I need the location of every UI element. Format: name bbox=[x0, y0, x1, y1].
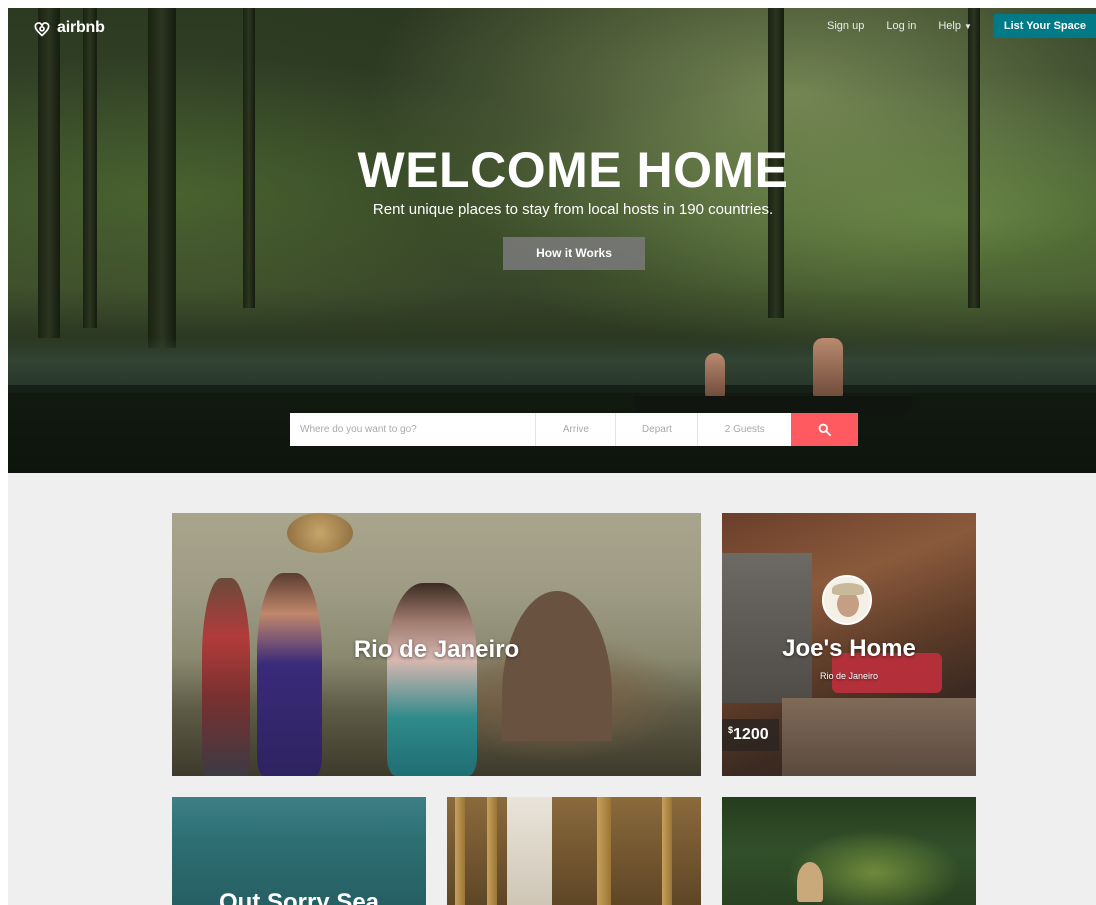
price-badge: $1200 bbox=[722, 719, 779, 751]
hero-title: WELCOME HOME bbox=[357, 142, 789, 198]
listing-card-joes-home[interactable]: Joe's Home Rio de Janeiro $1200 bbox=[722, 513, 976, 776]
how-it-works-button[interactable]: How it Works bbox=[503, 237, 645, 270]
destination-input[interactable] bbox=[290, 413, 536, 446]
login-link[interactable]: Log in bbox=[886, 20, 916, 32]
help-label: Help bbox=[938, 20, 961, 32]
destination-card-sea[interactable]: Out Sorry Sea bbox=[172, 797, 426, 905]
destination-card-rio[interactable]: Rio de Janeiro bbox=[172, 513, 701, 776]
caret-down-icon: ▼ bbox=[963, 21, 972, 31]
hero-subtitle: Rent unique places to stay from local ho… bbox=[372, 201, 774, 218]
hero: airbnb Sign up Log in Help ▼ List Your S… bbox=[8, 8, 1096, 473]
price-value: 1200 bbox=[733, 726, 769, 743]
destination-card-bamboo[interactable] bbox=[447, 797, 701, 905]
page: airbnb Sign up Log in Help ▼ List Your S… bbox=[8, 8, 1096, 905]
listing-title: Joe's Home bbox=[782, 635, 916, 662]
arrive-date-input[interactable] bbox=[535, 413, 616, 446]
sugarloaf-mountain bbox=[502, 591, 612, 741]
straw-hat bbox=[287, 513, 353, 553]
top-nav: Sign up Log in Help ▼ List Your Space bbox=[827, 14, 1096, 38]
logo[interactable]: airbnb bbox=[32, 18, 105, 38]
paddler-figure bbox=[813, 338, 843, 398]
list-your-space-button[interactable]: List Your Space bbox=[993, 14, 1096, 38]
path bbox=[507, 797, 552, 905]
person-figure bbox=[202, 578, 250, 776]
card-title: Out Sorry Sea bbox=[218, 889, 380, 905]
depart-date-input[interactable] bbox=[615, 413, 698, 446]
search-button[interactable] bbox=[791, 413, 859, 446]
destination-card-jungle[interactable] bbox=[722, 797, 976, 905]
table bbox=[782, 698, 976, 776]
airbnb-belo-icon bbox=[34, 22, 50, 37]
guests-select[interactable]: 2 Guests bbox=[697, 413, 791, 446]
magnifier-icon bbox=[818, 423, 832, 437]
host-avatar[interactable] bbox=[822, 575, 872, 625]
listing-location: Rio de Janeiro bbox=[819, 671, 879, 681]
paddler-figure bbox=[705, 353, 725, 398]
logo-wordmark: airbnb bbox=[57, 19, 105, 36]
signup-link[interactable]: Sign up bbox=[827, 20, 864, 32]
person-figure bbox=[257, 573, 322, 776]
help-menu[interactable]: Help ▼ bbox=[938, 20, 972, 32]
search-bar: 2 Guests bbox=[290, 413, 859, 446]
person-figure bbox=[387, 583, 477, 776]
price-currency: $ bbox=[728, 725, 734, 735]
card-title: Rio de Janeiro bbox=[353, 636, 520, 663]
person-figure bbox=[797, 862, 823, 902]
